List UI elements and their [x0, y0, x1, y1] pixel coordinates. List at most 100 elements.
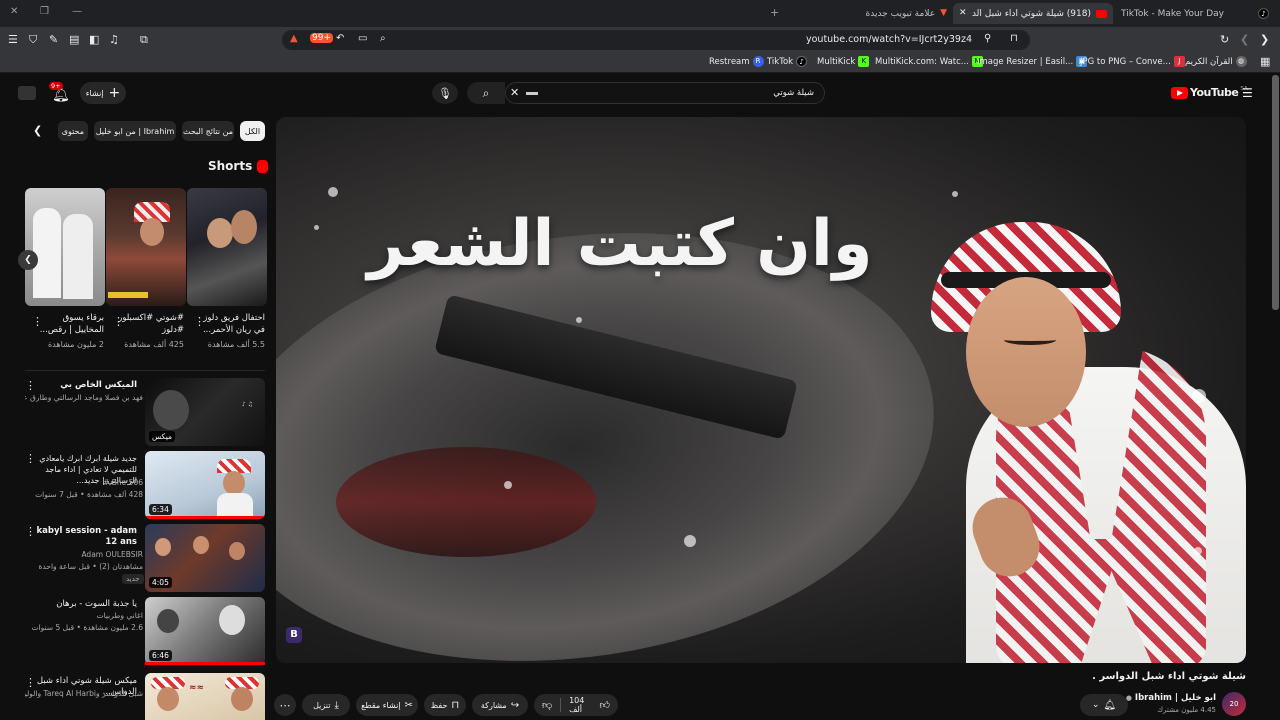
back-icon[interactable]: ❯ — [1260, 34, 1269, 45]
person-face — [966, 277, 1086, 427]
bookmark-restream[interactable]: Restream R — [709, 56, 764, 67]
save-button[interactable]: حفظ ⊓ — [424, 694, 466, 716]
close-tab-icon[interactable]: ✕ — [959, 9, 967, 18]
more-actions-button[interactable]: ⋯ — [274, 694, 296, 716]
video-thumbnail[interactable]: 6:46 — [145, 597, 265, 665]
notification-badge: 9+ — [49, 82, 63, 90]
keyboard-icon[interactable] — [526, 92, 538, 95]
browser-window: { "browser": { "tabs": [ {"label": "TikT… — [0, 0, 1280, 720]
video-thumbnail[interactable]: 6:34 — [145, 451, 265, 519]
site-settings-icon[interactable]: ⚲ — [984, 34, 991, 44]
guide-menu-icon[interactable]: ☰ — [1242, 87, 1253, 99]
share-icon[interactable]: ↶ — [336, 34, 344, 44]
short-thumbnail[interactable] — [25, 188, 105, 306]
search-button[interactable]: ⌕ — [467, 82, 505, 104]
pen-icon[interactable]: ✎ — [49, 34, 58, 45]
sidebar-icon[interactable]: ◧ — [89, 34, 99, 45]
like-count: 104 ألف — [569, 696, 585, 714]
more-vert-icon[interactable]: ⋮ — [25, 453, 36, 464]
close-window-icon[interactable]: ✕ — [10, 6, 18, 17]
create-label: إنشاء — [85, 88, 104, 98]
reload-icon[interactable]: ↻ — [1220, 34, 1229, 45]
chip-label: من ابو خليل | Ibrahim — [95, 126, 175, 136]
channel-watermark[interactable]: B — [286, 627, 302, 643]
channel-name-text: ابو خليل | Ibrahim — [1134, 693, 1216, 703]
person-face — [207, 218, 233, 248]
chips-prev-icon[interactable]: ❮ — [33, 125, 42, 136]
video-thumbnail[interactable]: ≈≈ — [145, 673, 265, 720]
bookmark-image-resizer[interactable]: Image Resizer | Easil... ▣ — [977, 56, 1088, 67]
brave-shields-count[interactable]: 99+ — [310, 33, 333, 43]
menu-icon[interactable]: ☰ — [8, 34, 18, 45]
brave-rewards-icon[interactable]: ▲ — [290, 34, 298, 44]
tab-youtube[interactable]: ✕ (918) شيلة شوتي اداء شبل الدواس — [953, 3, 1113, 24]
maximize-icon[interactable]: ❐ — [40, 6, 49, 17]
shorts-prev-button[interactable]: ❮ — [18, 250, 38, 270]
bookmark-icon[interactable]: ⊓ — [1010, 34, 1018, 44]
more-vert-icon[interactable]: ⋮ — [113, 316, 124, 327]
url-text[interactable]: youtube.com/watch?v=IJcrt2y39z4 — [762, 34, 972, 45]
screenshot-icon[interactable]: ⧉ — [140, 34, 148, 45]
cast-device-icon[interactable] — [18, 86, 36, 100]
channel-avatar[interactable]: 20 — [1222, 692, 1246, 716]
video-thumbnail[interactable]: ♪ ♫ ميكس — [145, 378, 265, 446]
bookmark-label: MultiKick.com: Watc... — [875, 56, 969, 67]
clip-button[interactable]: إنشاء مقطع ✂ — [356, 694, 418, 716]
like-button[interactable]: 104 ألف 👍︎ — [561, 694, 618, 716]
subscribed-button[interactable]: ⌄ 🔔︎ — [1080, 694, 1128, 716]
youtube-logo[interactable]: YouTube SA — [1171, 86, 1248, 99]
shield-outline-icon[interactable]: ⛉ — [29, 34, 37, 45]
short-title[interactable]: برقاء يسوق المخاييل | رقص... — [36, 312, 104, 336]
video-player[interactable]: وان كتبت الشعر B — [276, 117, 1246, 663]
video-thumbnail[interactable]: 4:05 — [145, 524, 265, 592]
minimize-icon[interactable]: — — [72, 6, 82, 17]
tab-tiktok[interactable]: TikTok - Make Your Day ♪ — [1115, 3, 1275, 24]
more-vert-icon[interactable]: ⋮ — [25, 677, 36, 688]
chip-all[interactable]: الكل — [240, 121, 265, 141]
bookmark-multikick-watch[interactable]: MultiKick.com: Watc... M — [875, 56, 983, 67]
voice-search-button[interactable]: 🎙︎ — [432, 82, 458, 104]
more-vert-icon[interactable]: ⋮ — [25, 380, 36, 391]
new-tab-icon[interactable]: + — [770, 6, 779, 19]
more-vert-icon[interactable]: ⋮ — [194, 316, 205, 327]
person-face — [229, 542, 245, 560]
channel-name[interactable]: ابو خليل | Ibrahim ● — [1120, 693, 1216, 703]
forward-icon[interactable]: ❮ — [1240, 34, 1249, 45]
video-channel: شبل الدواسر وTareq Al Harbi والوليد آل ع… — [25, 689, 143, 698]
omnibox[interactable]: ▲ 99+ ↶ ▭ ⌕ youtube.com/watch?v=IJcrt2y3… — [282, 30, 1030, 50]
short-thumbnail[interactable] — [187, 188, 267, 306]
bookmark-tiktok[interactable]: TikTok ♪ — [767, 56, 808, 67]
chip-related[interactable]: من نتائج البحث — [182, 121, 234, 141]
tab-new[interactable]: علامة تبويب جديدة ▼ — [855, 3, 947, 24]
cast-icon[interactable]: ▭ — [358, 34, 367, 44]
clear-search-icon[interactable]: ✕ — [510, 86, 519, 99]
video-title[interactable]: يا جذبة السوت - برهان — [25, 599, 137, 610]
short-title[interactable]: احتفال فريق دلوز في ريان الأحمر... — [197, 312, 265, 336]
bookmark-label: القرآن الكريم — [1185, 56, 1233, 67]
download-button[interactable]: تنزيل ⤓ — [302, 694, 350, 716]
short-thumbnail[interactable] — [106, 188, 186, 306]
video-title[interactable]: الميكس الخاص بي — [25, 380, 137, 391]
video-title[interactable]: kabyl session - adam 12 ans — [25, 526, 138, 548]
search-box[interactable]: ✕ شيلة شوتي — [505, 82, 825, 104]
globe-icon: ◍ — [1235, 56, 1247, 67]
short-title[interactable]: #شوتي #اكسبلور #دلوز — [116, 312, 184, 336]
all-bookmarks-icon[interactable]: ▦ — [1260, 56, 1270, 67]
music-icon[interactable]: ♫ — [109, 34, 119, 45]
bokeh-dot — [684, 535, 696, 547]
more-vert-icon[interactable]: ⋮ — [25, 526, 36, 537]
more-vert-icon[interactable]: ⋮ — [32, 316, 43, 327]
search-input[interactable]: شيلة شوتي — [773, 88, 814, 98]
bookmark-multikick[interactable]: MultiKick K — [817, 56, 870, 67]
notifications-button[interactable]: 🔔︎ 9+ — [49, 82, 70, 103]
wallet-icon[interactable]: ▤ — [69, 34, 79, 45]
create-button[interactable]: إنشاء + — [80, 82, 126, 104]
dislike-button[interactable]: 👎︎ — [534, 694, 560, 716]
chip-content[interactable]: محتوى — [58, 121, 88, 141]
chip-channel[interactable]: من ابو خليل | Ibrahim — [94, 121, 176, 141]
page-scrollbar[interactable] — [1272, 75, 1279, 310]
bookmark-jpg-to-png[interactable]: JPG to PNG – Conve... J — [1080, 56, 1185, 67]
bookmark-quran[interactable]: القرآن الكريم ◍ — [1185, 56, 1247, 67]
zoom-icon[interactable]: ⌕ — [380, 34, 386, 44]
share-button[interactable]: مشاركة ↪ — [472, 694, 528, 716]
